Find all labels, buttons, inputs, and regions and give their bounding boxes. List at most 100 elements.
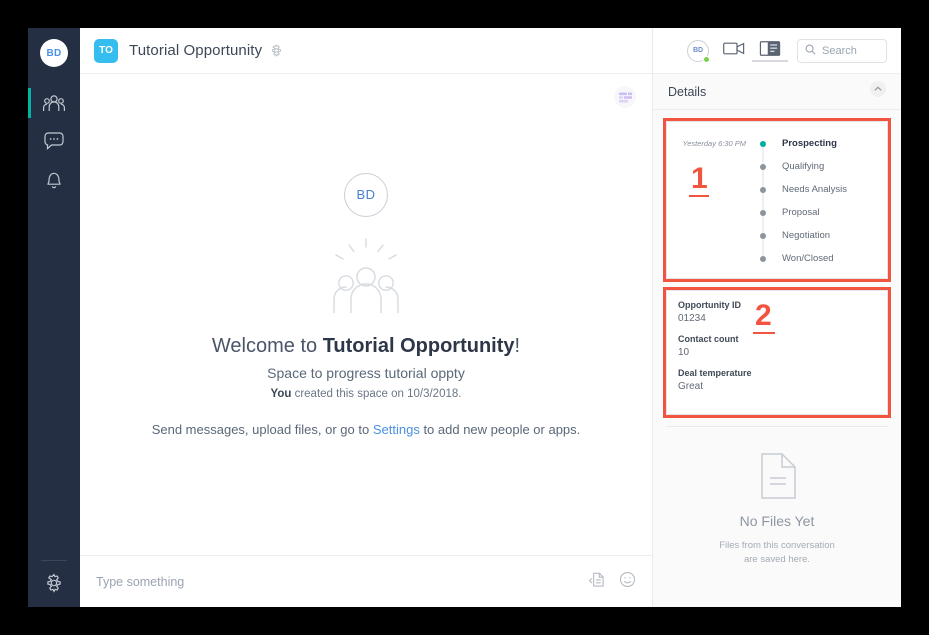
left-rail: BD — [28, 28, 80, 607]
annotation-number-2: 2 — [755, 299, 772, 332]
welcome-cta-after: to add new people or apps. — [419, 421, 581, 437]
stage-timestamp: Yesterday 6:30 PM — [682, 139, 746, 148]
space-badge: TO — [94, 38, 118, 63]
app-window: BD TO Tutorial Opportunity BD Welcome to… — [28, 28, 901, 607]
rail-bottom-section — [28, 560, 80, 607]
search-box[interactable] — [797, 38, 887, 63]
list-item[interactable]: Negotiation — [667, 224, 887, 247]
welcome-heading: Welcome to Tutorial Opportunity! — [152, 335, 581, 358]
rail-user-avatar[interactable]: BD — [40, 39, 68, 67]
welcome-cta: Send messages, upload files, or go to Se… — [152, 422, 581, 437]
tab-details[interactable] — [752, 40, 788, 62]
list-item[interactable]: Proposal — [667, 201, 887, 224]
sidebar-item-messages[interactable] — [28, 122, 80, 160]
stage-dot-column — [755, 224, 771, 247]
search-input[interactable] — [822, 44, 879, 57]
welcome-heading-name: Tutorial Opportunity — [322, 334, 515, 357]
welcome-meta: You created this space on 10/3/2018. — [152, 388, 581, 400]
chevron-up-icon[interactable] — [870, 81, 886, 102]
stage-dot-column — [755, 201, 771, 224]
search-icon — [805, 42, 816, 60]
info-field: Contact count 10 — [678, 334, 876, 358]
center-column: TO Tutorial Opportunity BD Welcome to Tu… — [80, 28, 653, 607]
stage-label: Qualifying — [782, 161, 825, 172]
info-value: 10 — [678, 347, 690, 358]
welcome-heading-suffix: ! — [514, 334, 521, 357]
annotation-number-1: 1 — [691, 162, 708, 195]
welcome-heading-prefix: Welcome to — [211, 334, 323, 357]
list-item[interactable]: Yesterday 6:30 PM Prospecting — [667, 132, 887, 155]
gear-icon — [44, 573, 64, 593]
list-item[interactable]: Won/Closed — [667, 247, 887, 270]
messages-icon — [44, 132, 64, 150]
stage-label: Won/Closed — [782, 253, 834, 264]
info-label: Contact count — [678, 334, 739, 344]
stage-dot — [760, 186, 766, 193]
space-settings-gear-icon[interactable] — [270, 44, 283, 57]
emoji-icon[interactable] — [619, 571, 636, 593]
rail-divider — [41, 560, 67, 561]
details-title: Details — [668, 84, 707, 99]
stage-list: Yesterday 6:30 PM Prospecting Qualifying… — [667, 122, 887, 278]
page-title: Tutorial Opportunity — [129, 42, 263, 59]
sidebar-item-settings[interactable] — [28, 573, 80, 607]
stage-dot — [760, 209, 766, 216]
info-value: Great — [678, 381, 704, 392]
right-panel-header: BD — [653, 28, 901, 74]
files-empty-subtitle-line1: Files from this conversation — [719, 540, 835, 551]
annotation-underline-2 — [753, 332, 775, 334]
stage-dot-column — [755, 132, 771, 155]
settings-link[interactable]: Settings — [373, 422, 420, 437]
message-input[interactable] — [96, 574, 588, 589]
people-illustration-icon — [333, 237, 399, 313]
opportunity-stage-card: Yesterday 6:30 PM Prospecting Qualifying… — [663, 118, 891, 282]
annotation-underline-1 — [689, 195, 709, 197]
notifications-icon — [45, 170, 63, 189]
avatar: BD — [687, 39, 710, 63]
info-field: Deal temperature Great — [678, 368, 876, 392]
stage-dot-column — [755, 178, 771, 201]
info-label: Deal temperature — [678, 368, 752, 378]
sidebar-item-teams[interactable] — [28, 84, 80, 122]
attach-file-icon[interactable] — [588, 571, 605, 593]
stage-label: Prospecting — [782, 138, 837, 149]
info-field: Opportunity ID 01234 — [678, 300, 876, 324]
welcome-meta-rest: created this space on 10/3/2018. — [291, 387, 462, 400]
files-empty-subtitle: Files from this conversation are saved h… — [653, 539, 901, 568]
welcome-cta-before: Send messages, upload files, or go to — [151, 421, 373, 437]
stage-label: Proposal — [782, 207, 820, 218]
welcome-avatar: BD — [343, 172, 388, 217]
welcome-block: BD Welcome to Tutorial Opportunity! Spac… — [152, 172, 581, 437]
active-tab-underline — [752, 59, 788, 62]
stage-dot — [760, 232, 766, 239]
stage-dot — [760, 255, 766, 262]
meet-button[interactable] — [723, 41, 745, 61]
conversation-area: BD Welcome to Tutorial Opportunity! Spac… — [80, 74, 652, 555]
stage-label: Negotiation — [782, 230, 831, 241]
files-empty-subtitle-line2: are saved here. — [743, 554, 810, 566]
message-composer — [80, 555, 652, 607]
info-label: Opportunity ID — [678, 300, 741, 310]
right-panel-scroll: Yesterday 6:30 PM Prospecting Qualifying… — [653, 110, 901, 607]
split-view-icon — [759, 40, 781, 61]
active-indicator — [28, 88, 31, 118]
info-value: 01234 — [678, 313, 706, 324]
opportunity-info-card: Opportunity ID 01234 Contact count 10 De… — [663, 287, 891, 418]
details-section-header[interactable]: Details — [653, 74, 901, 110]
activity-filter-icon[interactable] — [614, 86, 636, 108]
video-camera-icon — [723, 41, 745, 61]
stage-dot-column — [755, 247, 771, 270]
teams-icon — [43, 94, 65, 112]
welcome-meta-actor: You — [270, 387, 292, 400]
people-presence-button[interactable]: BD — [687, 39, 710, 63]
presence-indicator — [703, 55, 710, 63]
welcome-subtitle: Space to progress tutorial oppty — [267, 364, 465, 381]
stage-dot-column — [755, 155, 771, 178]
stage-label: Needs Analysis — [782, 184, 847, 195]
files-empty-state: No Files Yet Files from this conversatio… — [653, 427, 901, 568]
files-empty-title: No Files Yet — [739, 513, 815, 529]
document-icon — [761, 453, 796, 499]
composer-actions — [588, 571, 636, 593]
stage-dot-current — [760, 140, 766, 147]
sidebar-item-notifications[interactable] — [28, 160, 80, 198]
